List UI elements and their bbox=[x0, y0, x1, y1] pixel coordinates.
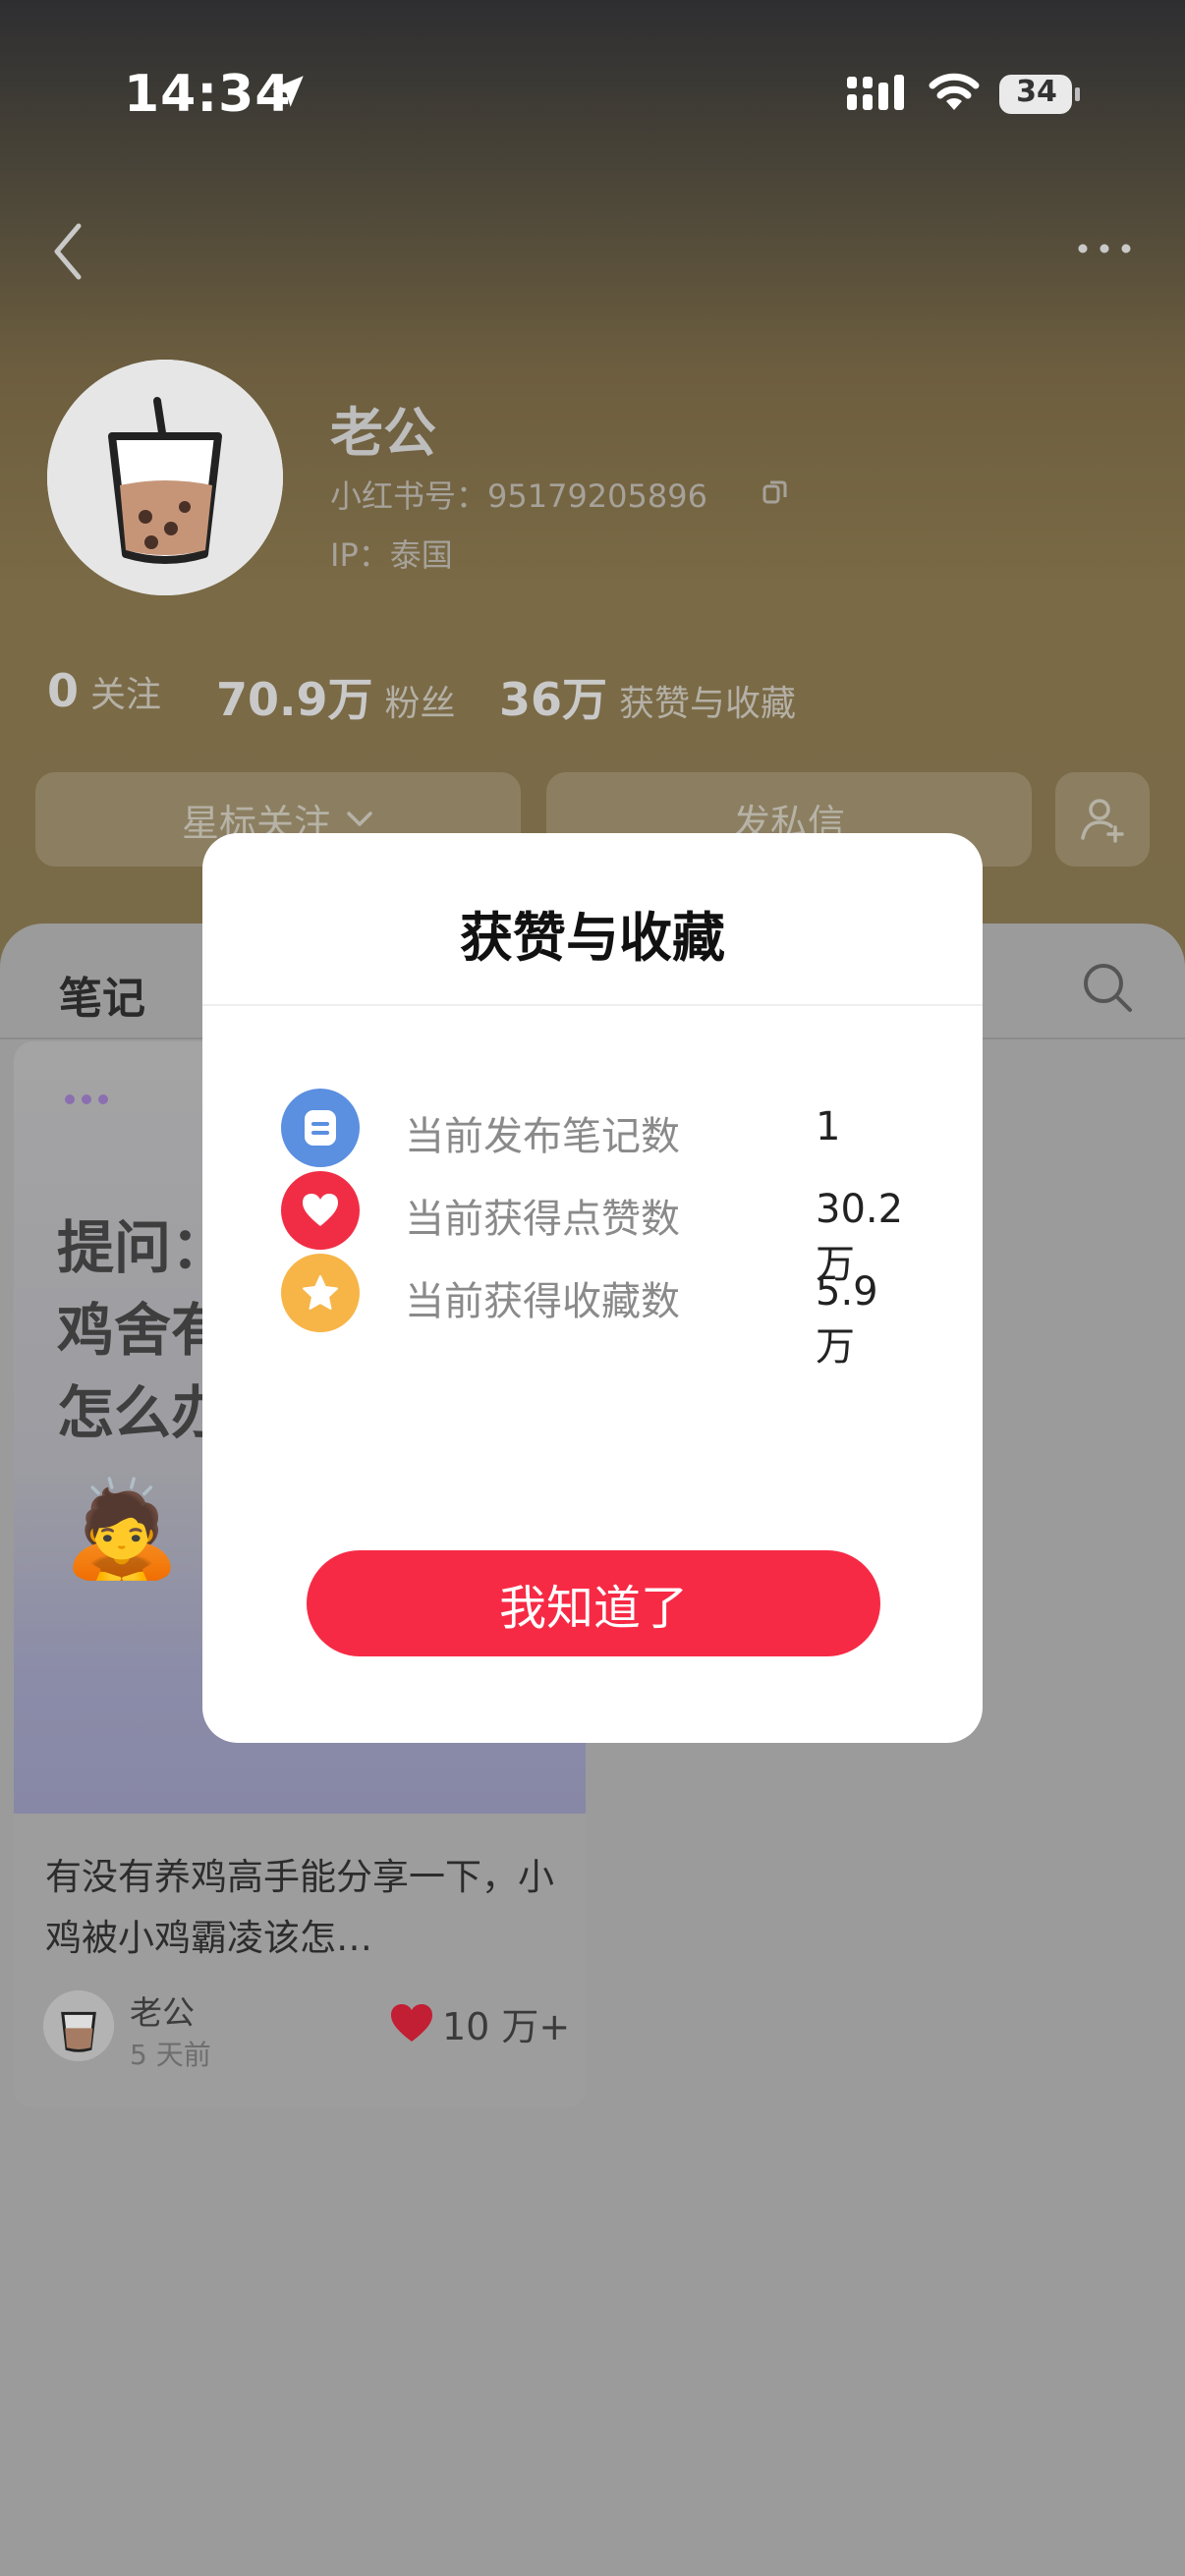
battery-percent: 34 bbox=[1016, 75, 1057, 109]
likes-collections-stat[interactable]: 36万 获赞与收藏 bbox=[499, 664, 796, 729]
following-count: 0 bbox=[47, 664, 80, 717]
profile-ip: IP：泰国 bbox=[330, 536, 453, 574]
more-dots-icon bbox=[65, 1094, 108, 1104]
fans-count: 70.9万 bbox=[216, 673, 373, 726]
bubble-tea-avatar-icon bbox=[43, 1990, 114, 2061]
fans-stat[interactable]: 70.9万 粉丝 bbox=[216, 664, 456, 729]
bubble-tea-avatar-icon bbox=[47, 360, 283, 595]
add-friend-button[interactable] bbox=[1055, 772, 1150, 867]
post-time: 5 天前 bbox=[130, 2039, 211, 2071]
note-icon bbox=[281, 1089, 360, 1167]
like-heart-icon[interactable] bbox=[389, 2002, 434, 2044]
more-options-icon[interactable] bbox=[1075, 234, 1134, 263]
chevron-down-icon bbox=[347, 812, 372, 826]
published-notes-row: 当前发布笔记数 1 bbox=[281, 1089, 910, 1169]
tab-notes[interactable]: 笔记 bbox=[59, 963, 145, 1026]
received-collections-value: 5.9万 bbox=[816, 1269, 878, 1370]
received-collections-label: 当前获得收藏数 bbox=[405, 1279, 680, 1324]
fans-label: 粉丝 bbox=[384, 684, 456, 724]
note-title: 有没有养鸡高手能分享一下，小鸡被小鸡霸凌该怎… bbox=[45, 1856, 554, 1959]
got-it-button[interactable]: 我知道了 bbox=[307, 1550, 880, 1656]
back-icon[interactable] bbox=[47, 220, 86, 283]
likes-label: 获赞与收藏 bbox=[619, 684, 797, 724]
received-likes-label: 当前获得点赞数 bbox=[405, 1197, 680, 1242]
profile-id: 小红书号：95179205896 bbox=[330, 477, 707, 515]
status-time: 14:34 bbox=[124, 65, 292, 124]
following-label: 关注 bbox=[90, 675, 162, 715]
dialog-divider bbox=[202, 1004, 983, 1006]
received-collections-row: 当前获得收藏数 5.9万 bbox=[281, 1254, 910, 1370]
status-bar: 14:34 34 bbox=[0, 0, 1185, 196]
star-icon bbox=[281, 1254, 360, 1332]
published-notes-label: 当前发布笔记数 bbox=[405, 1114, 680, 1159]
likes-count: 36万 bbox=[499, 673, 608, 726]
bowing-person-emoji: 🙇 bbox=[63, 1474, 181, 1584]
search-icon[interactable] bbox=[1081, 961, 1134, 1014]
following-stat[interactable]: 0 关注 bbox=[47, 664, 161, 717]
like-count: 10 万+ bbox=[442, 2005, 571, 2048]
received-likes-row: 当前获得点赞数 30.2万 bbox=[281, 1171, 910, 1287]
published-notes-value: 1 bbox=[816, 1104, 841, 1149]
add-user-icon bbox=[1081, 799, 1124, 843]
author-name: 老公 bbox=[130, 1993, 195, 2032]
copy-icon[interactable] bbox=[761, 477, 790, 507]
wifi-icon bbox=[929, 73, 980, 110]
location-arrow-icon bbox=[272, 76, 304, 107]
profile-name: 老公 bbox=[330, 402, 436, 464]
cellular-signal-icon bbox=[847, 75, 904, 110]
profile-avatar[interactable] bbox=[47, 360, 283, 595]
profile-page: 14:34 34 老公 小红书号：95179205896 IP：泰国 0 关注 … bbox=[0, 0, 1185, 2576]
likes-collections-dialog: 获赞与收藏 当前发布笔记数 1 当前获得点赞数 30.2万 当前获得收藏数 5.… bbox=[202, 833, 983, 1743]
author-avatar bbox=[43, 1990, 114, 2061]
dialog-title: 获赞与收藏 bbox=[460, 907, 725, 969]
heart-icon bbox=[281, 1171, 360, 1250]
